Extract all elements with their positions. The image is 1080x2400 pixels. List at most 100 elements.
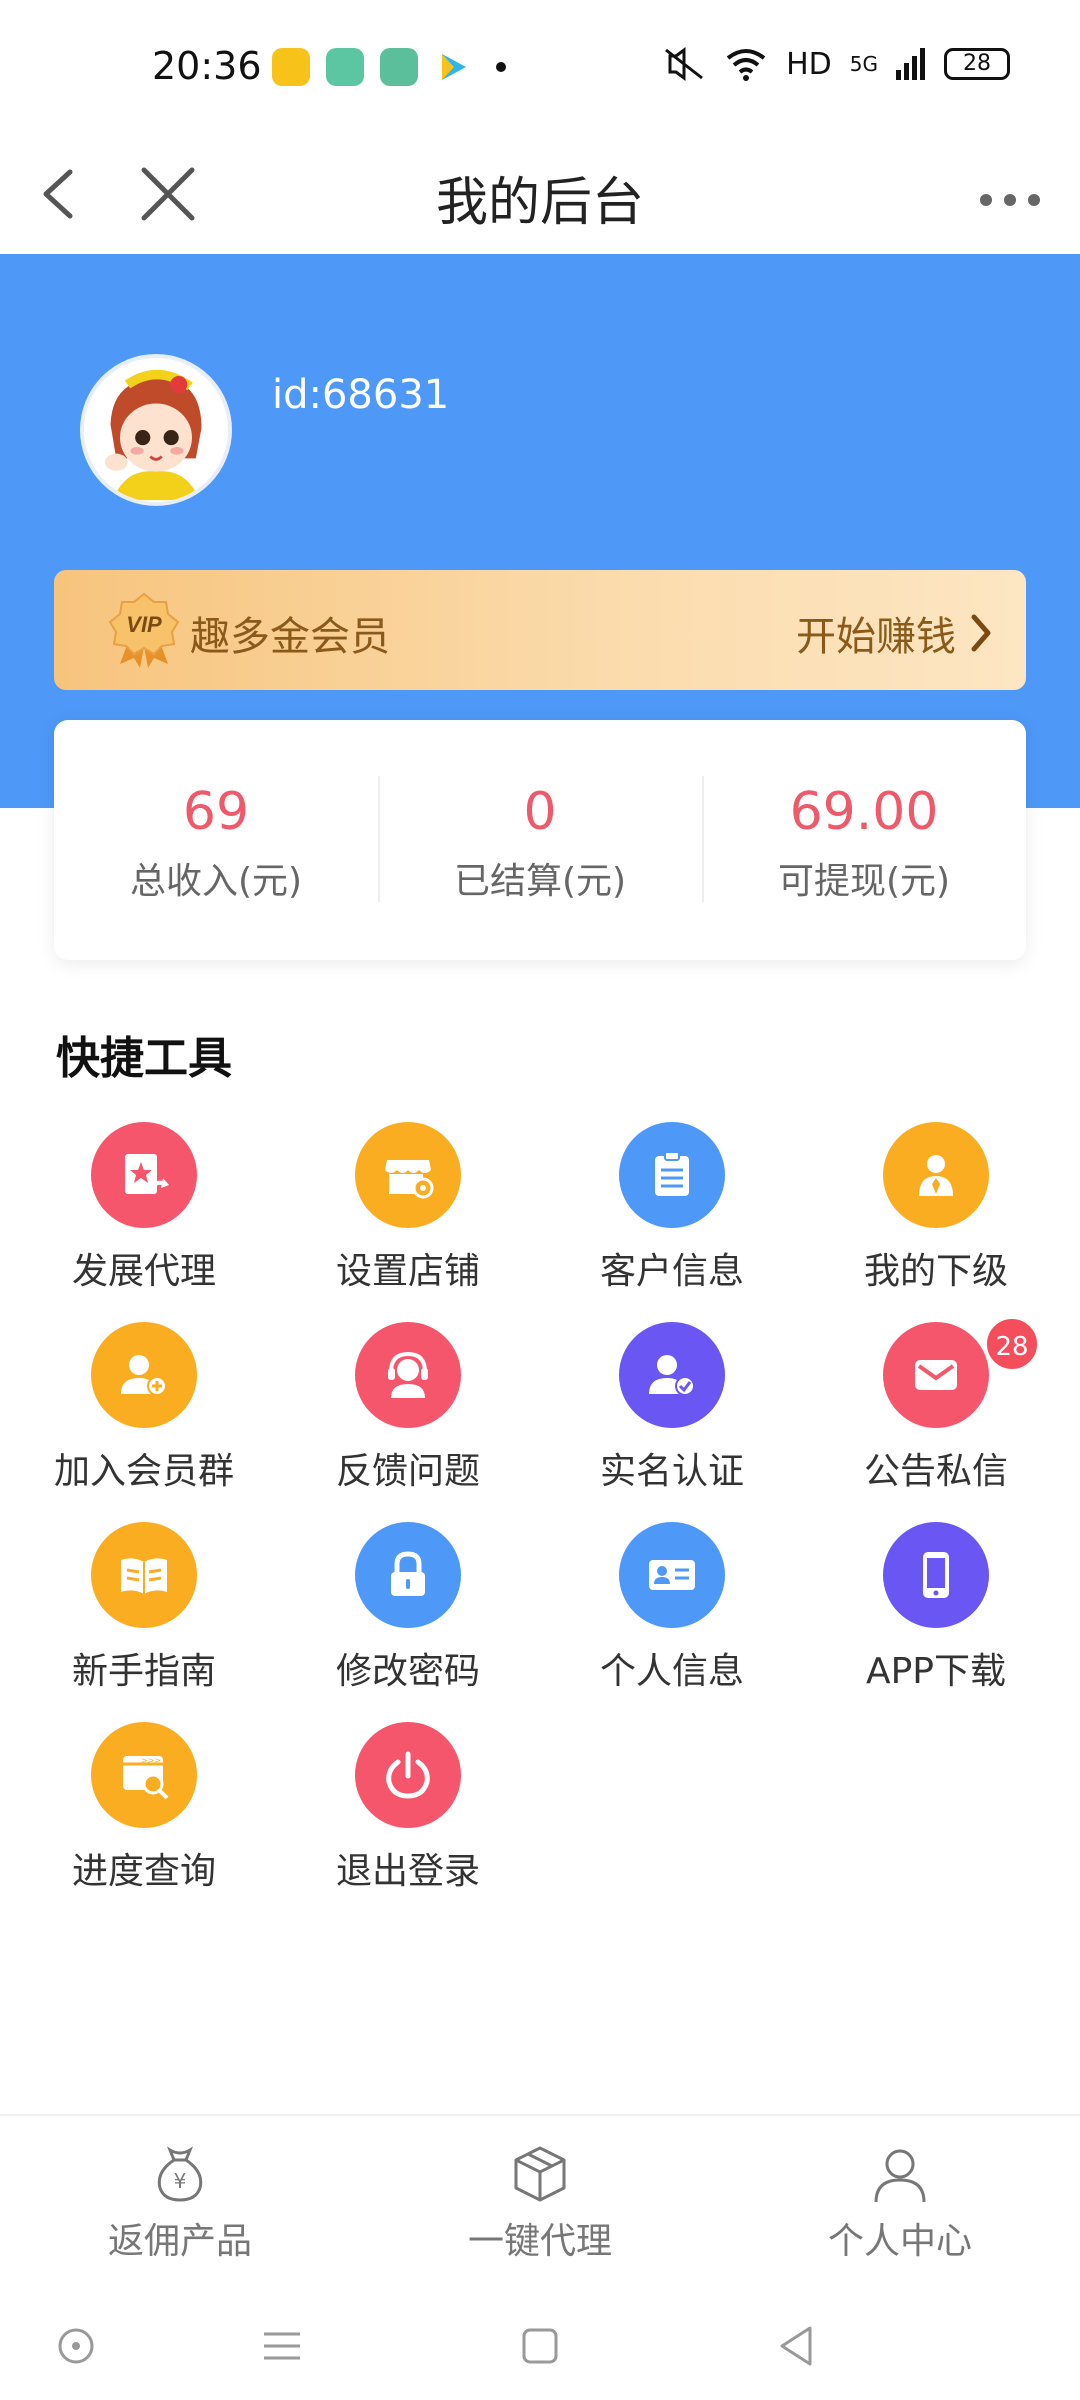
- tool-customer-info[interactable]: 客户信息: [540, 1122, 804, 1322]
- tool-app-download[interactable]: APP下载: [804, 1522, 1068, 1722]
- svg-text:¥: ¥: [174, 2169, 187, 2193]
- status-bar: 20:36 HD 5G 28: [0, 0, 1080, 136]
- tool-label: 我的下级: [863, 1251, 1008, 1292]
- stat-label: 总收入(元): [129, 861, 303, 902]
- tab-label: 一键代理: [467, 2221, 612, 2262]
- signal-icon: [896, 48, 925, 80]
- camera-app-icon: [380, 48, 418, 86]
- battery-icon: 28: [944, 48, 1010, 80]
- stat-total-income[interactable]: 69 总收入(元): [54, 720, 378, 960]
- store-settings-icon: [355, 1122, 461, 1228]
- tool-label: 设置店铺: [335, 1251, 480, 1292]
- stat-settled[interactable]: 0 已结算(元): [378, 720, 702, 960]
- network-type: HD: [786, 46, 832, 82]
- subordinate-icon: [883, 1122, 989, 1228]
- stat-value: 69.00: [789, 782, 939, 842]
- vip-label: 趣多金会员: [190, 614, 390, 660]
- tool-label: 个人信息: [599, 1651, 744, 1692]
- avatar[interactable]: [80, 354, 232, 506]
- more-notifications-dot: [496, 62, 506, 72]
- tool-develop-agent[interactable]: 发展代理: [12, 1122, 276, 1322]
- add-user-icon: [91, 1322, 197, 1428]
- video-app-icon: [434, 48, 472, 86]
- tool-logout[interactable]: 退出登录: [276, 1722, 540, 1922]
- tool-label: 发展代理: [71, 1251, 216, 1292]
- tool-change-password[interactable]: 修改密码: [276, 1522, 540, 1722]
- tool-join-member-group[interactable]: 加入会员群: [12, 1322, 276, 1522]
- tool-beginner-guide[interactable]: 新手指南: [12, 1522, 276, 1722]
- user-id: id:68631: [272, 372, 450, 418]
- tool-store-settings[interactable]: 设置店铺: [276, 1122, 540, 1322]
- tool-label: 反馈问题: [335, 1451, 480, 1492]
- mail-icon: [883, 1322, 989, 1428]
- tool-progress-query[interactable]: >>> 进度查询: [12, 1722, 276, 1922]
- tool-my-subordinates[interactable]: 我的下级: [804, 1122, 1068, 1322]
- tool-label: APP下载: [865, 1651, 1007, 1692]
- signal-type: 5G: [849, 52, 878, 76]
- power-icon: [355, 1722, 461, 1828]
- tool-real-name-verification[interactable]: 实名认证: [540, 1322, 804, 1522]
- tool-label: 进度查询: [71, 1851, 216, 1892]
- bottom-tab-bar: ¥ 返佣产品 一键代理 个人中心: [0, 2114, 1080, 2290]
- tool-announcements[interactable]: 28 公告私信: [804, 1316, 1068, 1522]
- book-icon: [91, 1522, 197, 1628]
- calculator-app-icon: [326, 48, 364, 86]
- avatar-cartoon-image: [84, 358, 228, 502]
- tool-label: 实名认证: [599, 1451, 744, 1492]
- tab-label: 个人中心: [827, 2221, 972, 2262]
- vip-badge-text: VIP: [126, 612, 162, 637]
- stat-label: 可提现(元): [777, 861, 951, 902]
- earnings-stats-card: 69 总收入(元) 0 已结算(元) 69.00 可提现(元): [54, 720, 1026, 960]
- money-bag-icon: ¥: [157, 2146, 203, 2202]
- tool-label: 修改密码: [335, 1651, 480, 1692]
- tab-one-click-agent[interactable]: 一键代理: [360, 2116, 720, 2290]
- tab-label: 返佣产品: [107, 2221, 252, 2262]
- home-icon[interactable]: [510, 2316, 570, 2376]
- status-time: 20:36: [152, 44, 262, 88]
- tool-feedback[interactable]: 反馈问题: [276, 1322, 540, 1522]
- phone-icon: [883, 1522, 989, 1628]
- cube-icon: [514, 2146, 566, 2202]
- verified-user-icon: [619, 1322, 725, 1428]
- status-indicators: HD 5G 28: [662, 46, 1010, 82]
- tool-personal-info[interactable]: 个人信息: [540, 1522, 804, 1722]
- svg-text:>>>: >>>: [141, 1756, 161, 1765]
- notification-icons: [272, 48, 506, 86]
- quick-tools-grid: 发展代理 设置店铺 客户信息 我的下级 加入会员群 反馈问题 实名认证 28 公…: [12, 1122, 1068, 1922]
- tool-label: 加入会员群: [53, 1451, 234, 1492]
- tool-label: 新手指南: [71, 1651, 216, 1692]
- more-options-icon[interactable]: [960, 154, 1060, 234]
- id-card-icon: [619, 1522, 725, 1628]
- start-earning-link[interactable]: 开始赚钱: [796, 604, 992, 662]
- clipboard-icon: [619, 1122, 725, 1228]
- wifi-icon: [726, 49, 766, 81]
- stat-value: 0: [523, 782, 557, 842]
- vip-membership-banner[interactable]: VIP 趣多金会员 开始赚钱: [54, 570, 1026, 690]
- unread-badge: 28: [984, 1316, 1040, 1372]
- start-earning-label: 开始赚钱: [796, 614, 956, 660]
- system-navigation-bar: [0, 2290, 1080, 2400]
- chevron-right-icon: [971, 614, 991, 652]
- menu-icon[interactable]: [252, 2316, 312, 2376]
- book-app-icon: [272, 48, 310, 86]
- vip-badge-icon: VIP: [108, 592, 180, 668]
- quick-tools-title: 快捷工具: [56, 1033, 232, 1084]
- star-share-icon: [91, 1122, 197, 1228]
- assistant-icon[interactable]: [46, 2316, 106, 2376]
- tab-commission-products[interactable]: ¥ 返佣产品: [0, 2116, 360, 2290]
- stat-withdrawable[interactable]: 69.00 可提现(元): [702, 720, 1026, 960]
- tool-label: 公告私信: [863, 1451, 1008, 1492]
- lock-icon: [355, 1522, 461, 1628]
- headset-icon: [355, 1322, 461, 1428]
- stat-value: 69: [182, 782, 250, 842]
- progress-search-icon: >>>: [91, 1722, 197, 1828]
- system-back-icon[interactable]: [766, 2316, 826, 2376]
- mute-icon: [665, 47, 704, 81]
- page-title: 我的后台: [435, 173, 644, 233]
- tool-label: 退出登录: [335, 1851, 480, 1892]
- user-icon: [874, 2149, 926, 2203]
- stat-label: 已结算(元): [453, 861, 627, 902]
- nav-bar: 我的后台: [0, 136, 1080, 254]
- tool-label: 客户信息: [599, 1251, 744, 1292]
- tab-personal-center[interactable]: 个人中心: [720, 2116, 1080, 2290]
